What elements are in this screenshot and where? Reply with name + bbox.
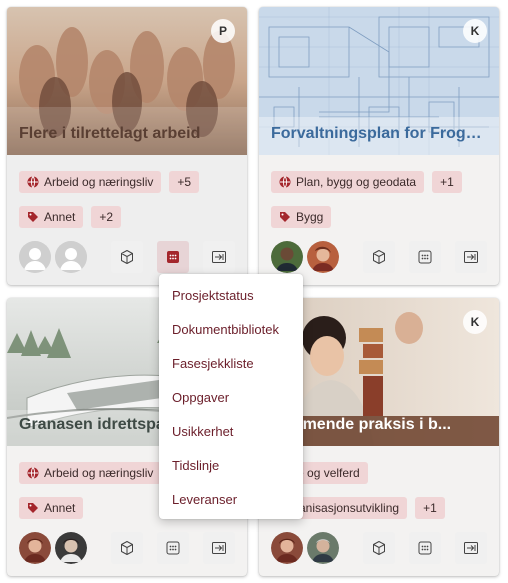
apps-menu-button[interactable] bbox=[409, 532, 441, 564]
tag-label: Annet bbox=[44, 501, 76, 515]
cube-button[interactable] bbox=[111, 241, 143, 273]
apps-menu-button[interactable] bbox=[157, 532, 189, 564]
tag-category[interactable]: Arbeid og næringsliv bbox=[19, 462, 162, 484]
open-button[interactable] bbox=[455, 532, 487, 564]
menu-item-dokumentbibliotek[interactable]: Dokumentbibliotek bbox=[159, 313, 303, 347]
project-card-2[interactable]: K Forvaltningsplan for Frogne... Plan, b… bbox=[259, 7, 499, 285]
avatar-photo[interactable] bbox=[271, 532, 303, 564]
tag-row: Plan, bygg og geodata +1 bbox=[271, 171, 462, 193]
person-photo-icon bbox=[271, 532, 303, 564]
tag-row: Annet bbox=[19, 497, 84, 519]
cube-icon bbox=[373, 250, 385, 264]
tag-icon bbox=[280, 212, 290, 222]
person-photo-icon bbox=[271, 241, 303, 273]
open-in-icon bbox=[212, 251, 226, 263]
tag-type[interactable]: Bygg bbox=[271, 206, 332, 228]
tag-type[interactable]: Annet bbox=[19, 206, 84, 228]
avatar-photo[interactable] bbox=[55, 532, 87, 564]
owner-badge: K bbox=[463, 19, 487, 43]
avatar-photo[interactable] bbox=[307, 241, 339, 273]
tag-label: Arbeid og næringsliv bbox=[44, 466, 154, 480]
tag-label: Annet bbox=[44, 210, 76, 224]
tag-label: Plan, bygg og geodata bbox=[296, 175, 417, 189]
person-icon bbox=[19, 241, 51, 273]
open-button[interactable] bbox=[203, 532, 235, 564]
tag-more[interactable]: +1 bbox=[432, 171, 462, 193]
menu-item-prosjektstatus[interactable]: Prosjektstatus bbox=[159, 279, 303, 313]
card-actions bbox=[363, 532, 487, 564]
apps-menu-button[interactable] bbox=[157, 241, 189, 273]
tag-label: Bygg bbox=[296, 210, 324, 224]
menu-item-tidslinje[interactable]: Tidslinje bbox=[159, 449, 303, 483]
tag-row: Arbeid og næringsliv bbox=[19, 462, 162, 484]
project-card-1[interactable]: P Flere i tilrettelagt arbeid Arbeid og … bbox=[7, 7, 247, 285]
tag-row: Arbeid og næringsliv +5 bbox=[19, 171, 200, 193]
tag-type[interactable]: Annet bbox=[19, 497, 84, 519]
person-photo-icon bbox=[55, 532, 87, 564]
globe-icon bbox=[27, 467, 39, 479]
apps-menu-button[interactable] bbox=[409, 241, 441, 273]
globe-icon bbox=[279, 176, 291, 188]
member-avatars bbox=[19, 532, 87, 564]
owner-badge: P bbox=[211, 19, 235, 43]
grid-dots-icon bbox=[167, 251, 179, 263]
grid-dots-icon bbox=[418, 541, 432, 555]
avatar-photo[interactable] bbox=[271, 241, 303, 273]
menu-item-usikkerhet[interactable]: Usikkerhet bbox=[159, 415, 303, 449]
person-photo-icon bbox=[19, 532, 51, 564]
card-actions bbox=[111, 241, 235, 273]
avatar-placeholder[interactable] bbox=[55, 241, 87, 273]
cube-icon bbox=[121, 250, 133, 264]
cube-button[interactable] bbox=[111, 532, 143, 564]
tag-more[interactable]: +5 bbox=[169, 171, 200, 193]
tag-category[interactable]: Plan, bygg og geodata bbox=[271, 171, 425, 193]
cube-icon bbox=[121, 541, 133, 555]
project-apps-menu: Prosjektstatus Dokumentbibliotek Fasesje… bbox=[159, 274, 303, 519]
tag-row: Annet +2 bbox=[19, 206, 122, 228]
card-actions bbox=[363, 241, 487, 273]
card-actions bbox=[111, 532, 235, 564]
open-button[interactable] bbox=[203, 241, 235, 273]
member-avatars bbox=[19, 241, 87, 273]
tag-row: Bygg bbox=[271, 206, 332, 228]
person-icon bbox=[55, 241, 87, 273]
cube-icon bbox=[373, 541, 385, 555]
avatar-placeholder[interactable] bbox=[19, 241, 51, 273]
open-in-icon bbox=[464, 542, 478, 554]
tag-more[interactable]: +2 bbox=[91, 206, 122, 228]
menu-item-oppgaver[interactable]: Oppgaver bbox=[159, 381, 303, 415]
tag-icon bbox=[28, 503, 38, 513]
open-in-icon bbox=[464, 251, 478, 263]
cube-button[interactable] bbox=[363, 532, 395, 564]
open-in-icon bbox=[212, 542, 226, 554]
grid-dots-icon bbox=[166, 541, 180, 555]
person-photo-icon bbox=[307, 532, 339, 564]
open-button[interactable] bbox=[455, 241, 487, 273]
member-avatars bbox=[271, 241, 339, 273]
person-photo-icon bbox=[307, 241, 339, 273]
tag-more[interactable]: +1 bbox=[415, 497, 445, 519]
menu-item-fasesjekkliste[interactable]: Fasesjekkliste bbox=[159, 347, 303, 381]
tag-category[interactable]: Arbeid og næringsliv bbox=[19, 171, 162, 193]
globe-icon bbox=[27, 176, 39, 188]
menu-item-leveranser[interactable]: Leveranser bbox=[159, 483, 303, 517]
tag-icon bbox=[28, 212, 38, 222]
avatar-photo[interactable] bbox=[307, 532, 339, 564]
card-title[interactable]: Flere i tilrettelagt arbeid bbox=[19, 125, 235, 143]
tag-label: Arbeid og næringsliv bbox=[44, 175, 154, 189]
owner-badge: K bbox=[463, 310, 487, 334]
member-avatars bbox=[271, 532, 339, 564]
cube-button[interactable] bbox=[363, 241, 395, 273]
card-title[interactable]: Forvaltningsplan for Frogne... bbox=[271, 125, 487, 143]
avatar-photo[interactable] bbox=[19, 532, 51, 564]
grid-dots-icon bbox=[418, 250, 432, 264]
